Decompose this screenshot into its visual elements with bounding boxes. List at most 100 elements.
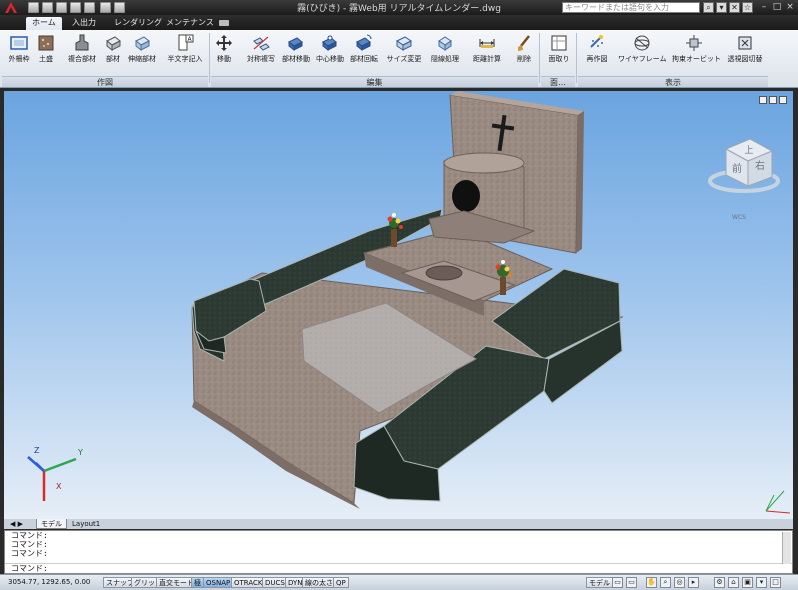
layout-tab-bar: ◀ ▶ モデル Layout1 xyxy=(4,519,793,529)
toggle-lineweight[interactable]: 線の太さ xyxy=(302,577,336,588)
search-icon[interactable]: ⌕ xyxy=(703,2,714,13)
move-part-icon xyxy=(288,37,303,52)
kirikae-button[interactable]: 透視図切替 xyxy=(722,33,768,73)
group-hyoji[interactable]: 表示 xyxy=(578,76,768,87)
viewport-controls xyxy=(757,96,787,106)
zoom-icon[interactable]: ⌕ xyxy=(660,577,671,588)
pan-icon[interactable]: ✋ xyxy=(646,577,657,588)
layout-nav-icon[interactable]: ◀ ▶ xyxy=(6,519,27,529)
dropdown-arrow-icon[interactable]: ▾ xyxy=(716,2,727,13)
toggle-qp[interactable]: QP xyxy=(333,577,349,588)
toggle-otrack[interactable]: OTRACK xyxy=(231,577,266,588)
coordinate-readout: 3054.77, 1292.65, 0.00 xyxy=(8,578,91,586)
stretch-part-icon xyxy=(135,36,150,52)
hidden-line-icon xyxy=(438,36,452,51)
tab-model[interactable]: モデル xyxy=(36,519,67,529)
command-history-line: コマンド: xyxy=(11,540,48,549)
layout-icon[interactable]: ▭ xyxy=(626,577,637,588)
command-scrollbar[interactable] xyxy=(782,532,791,564)
group-men[interactable]: 面… xyxy=(541,76,575,87)
viewcube-front-label: 前 xyxy=(732,162,742,175)
maximize-button[interactable]: □ xyxy=(771,2,783,13)
center-move-icon xyxy=(322,35,337,52)
close-button[interactable]: × xyxy=(784,2,796,13)
hanmoji-button[interactable]: A 半文字記入 xyxy=(166,33,204,73)
ido-button[interactable]: 移動 xyxy=(212,33,236,73)
shinshuku-button[interactable]: 伸縮部材 xyxy=(126,33,158,73)
chushin-button[interactable]: 中心移動 xyxy=(314,33,346,73)
viewcube-top-label: 上 xyxy=(744,145,753,156)
command-prompt[interactable]: コマンド: xyxy=(5,563,792,573)
viewport-restore-icon[interactable] xyxy=(769,96,777,104)
viewport-minimize-icon[interactable] xyxy=(759,96,767,104)
ribbon-panel: 外柵枠 土盛 複合部材 部材 伸縮部材 A 半文字記入 作図 移動 対称複写 部… xyxy=(0,30,798,88)
lock-icon[interactable]: ⌂ xyxy=(728,577,739,588)
buzai-ido-button[interactable]: 部材移動 xyxy=(280,33,312,73)
toggle-osnap[interactable]: OSNAP xyxy=(203,577,234,588)
inshin-button[interactable]: 隠線処理 xyxy=(428,33,462,73)
sakujo-button[interactable]: 削除 xyxy=(512,33,536,73)
status-menu-icon[interactable]: ▾ xyxy=(756,577,767,588)
resize-icon xyxy=(396,36,412,51)
ribbon-separator xyxy=(539,33,540,83)
search-input[interactable]: キーワードまたは語句を入力 xyxy=(562,2,700,13)
size-button[interactable]: サイズ変更 xyxy=(386,33,422,73)
part-icon xyxy=(106,36,121,52)
viewcube-right-label: 右 xyxy=(755,159,765,172)
dodai-button[interactable]: 土盛 xyxy=(34,33,58,73)
group-henshu[interactable]: 編集 xyxy=(211,76,538,87)
viewport-close-icon[interactable] xyxy=(779,96,787,104)
drawing-viewport[interactable]: 上 前 右 WCS Y Z X xyxy=(4,91,793,519)
clean-screen-icon[interactable]: □ xyxy=(770,577,781,588)
ucs-x-label: X xyxy=(56,482,62,491)
title-bar: 霧(ひびき) - 霧Web用 リアルタイムレンダー.dwg キーワードまたは語句… xyxy=(0,0,798,15)
tab-maintenance[interactable]: メンテナンス xyxy=(160,17,220,30)
kaiten-button[interactable]: 部材回転 xyxy=(348,33,380,73)
favorites-icon[interactable]: ☆ xyxy=(742,2,753,13)
fukugo-button[interactable]: 複合部材 xyxy=(66,33,98,73)
workspace-icon[interactable]: ⚙ xyxy=(714,577,725,588)
toolbar-lock-icon[interactable]: ▣ xyxy=(742,577,753,588)
group-sakuzu[interactable]: 作図 xyxy=(2,76,208,87)
text-entry-icon: A xyxy=(178,34,194,51)
command-window[interactable]: コマンド: コマンド: コマンド: コマンド: xyxy=(4,530,793,574)
ucs-y-label: Y xyxy=(77,448,83,457)
ribbon-separator xyxy=(576,33,577,83)
fence-icon xyxy=(10,36,28,50)
erase-icon xyxy=(518,35,530,51)
wireframe-button[interactable]: ワイヤフレーム xyxy=(618,33,667,73)
sotogaki-button[interactable]: 外柵枠 xyxy=(6,33,32,73)
composite-part-icon xyxy=(75,34,89,51)
ribbon-minimize-icon[interactable] xyxy=(219,20,229,26)
minimize-button[interactable]: – xyxy=(758,2,770,13)
tab-io[interactable]: 入出力 xyxy=(66,17,102,30)
layout-icon[interactable]: ▭ xyxy=(612,577,623,588)
wcs-label: WCS xyxy=(732,214,746,221)
ribbon-separator xyxy=(209,33,210,83)
cylinder-hole xyxy=(452,180,480,212)
tab-layout1[interactable]: Layout1 xyxy=(68,519,104,529)
steering-wheel-icon[interactable]: ◎ xyxy=(674,577,685,588)
showmotion-icon[interactable]: ▸ xyxy=(688,577,699,588)
perspective-toggle-icon xyxy=(738,36,752,50)
tab-render[interactable]: レンダリング xyxy=(108,17,168,30)
incense-bowl xyxy=(425,265,463,281)
buzai-button[interactable]: 部材 xyxy=(102,33,124,73)
ucs-z-label: Z xyxy=(34,446,40,455)
move-icon xyxy=(216,35,232,51)
saisakuzu-button[interactable]: 再作図 xyxy=(580,33,614,73)
command-history-line: コマンド: xyxy=(11,531,48,540)
mirror-copy-icon xyxy=(253,36,270,51)
tab-home[interactable]: ホーム xyxy=(26,17,62,30)
taisho-button[interactable]: 対称複写 xyxy=(246,33,276,73)
tools-icon[interactable]: ✕ xyxy=(729,2,740,13)
orbit-button[interactable]: 拘束オービット xyxy=(672,33,721,73)
corner-axis-icon xyxy=(765,490,791,514)
menntori-button[interactable]: 面取り xyxy=(543,33,575,73)
distance-icon xyxy=(479,39,495,48)
soil-icon xyxy=(38,35,54,51)
toggle-ducs[interactable]: DUCS xyxy=(262,577,288,588)
kyori-button[interactable]: 距離計算 xyxy=(470,33,504,73)
model-space-button[interactable]: モデル xyxy=(586,577,613,588)
command-history-line: コマンド: xyxy=(11,549,48,558)
